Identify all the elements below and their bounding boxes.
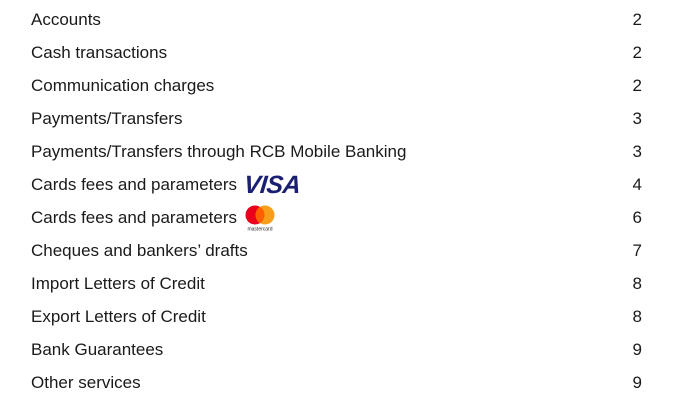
toc-row-bank-guarantees[interactable]: Bank Guarantees 9 <box>31 336 642 364</box>
toc-row-cash-transactions[interactable]: Cash transactions 2 <box>31 39 642 67</box>
toc-row-cards-fees-visa[interactable]: Cards fees and parameters VISA 4 <box>31 171 642 199</box>
toc-row-other-services[interactable]: Other services 9 <box>31 369 642 397</box>
toc-label: Cheques and bankers’ drafts <box>31 241 248 260</box>
mastercard-logo: mastercard <box>243 204 277 233</box>
toc-row-communication-charges[interactable]: Communication charges 2 <box>31 72 642 100</box>
toc-row-payments-transfers-mobile[interactable]: Payments/Transfers through RCB Mobile Ba… <box>31 138 642 166</box>
toc-page-number: 3 <box>632 109 642 128</box>
toc-label: Cards fees and parameters <box>31 208 237 227</box>
toc-label: Other services <box>31 373 141 392</box>
toc-page-number: 2 <box>632 76 642 95</box>
toc-row-cards-fees-mastercard[interactable]: Cards fees and parameters mastercard 6 <box>31 204 642 233</box>
toc-row-export-letters-of-credit[interactable]: Export Letters of Credit 8 <box>31 303 642 331</box>
toc-page-number: 4 <box>632 175 642 194</box>
toc-label: Accounts <box>31 10 101 29</box>
toc-label-with-logo: Cards fees and parameters mastercard <box>31 204 277 233</box>
toc-label: Payments/Transfers <box>31 109 183 128</box>
toc-page-number: 3 <box>632 142 642 161</box>
toc-page-number: 9 <box>632 373 642 392</box>
toc-page-number: 2 <box>632 10 642 29</box>
toc-label: Import Letters of Credit <box>31 274 205 293</box>
toc-label: Communication charges <box>31 76 215 95</box>
visa-logo: VISA <box>242 171 302 199</box>
toc-label: Cards fees and parameters <box>31 175 237 194</box>
toc-page-number: 2 <box>632 43 642 62</box>
svg-text:mastercard: mastercard <box>247 227 272 233</box>
toc-label: Bank Guarantees <box>31 340 164 359</box>
table-of-contents: Accounts 2 Cash transactions 2 Communica… <box>0 0 686 405</box>
toc-row-accounts[interactable]: Accounts 2 <box>31 6 642 34</box>
toc-row-cheques-bankers-drafts[interactable]: Cheques and bankers’ drafts 7 <box>31 237 642 265</box>
toc-page-number: 8 <box>632 274 642 293</box>
toc-label: Cash transactions <box>31 43 168 62</box>
toc-page-number: 8 <box>632 307 642 326</box>
toc-row-import-letters-of-credit[interactable]: Import Letters of Credit 8 <box>31 270 642 298</box>
toc-label: Export Letters of Credit <box>31 307 206 326</box>
toc-label-with-logo: Cards fees and parameters VISA <box>31 171 302 199</box>
toc-page-number: 6 <box>632 208 642 227</box>
toc-label: Payments/Transfers through RCB Mobile Ba… <box>31 142 407 161</box>
toc-page-number: 7 <box>632 241 642 260</box>
toc-page-number: 9 <box>632 340 642 359</box>
toc-row-payments-transfers[interactable]: Payments/Transfers 3 <box>31 105 642 133</box>
